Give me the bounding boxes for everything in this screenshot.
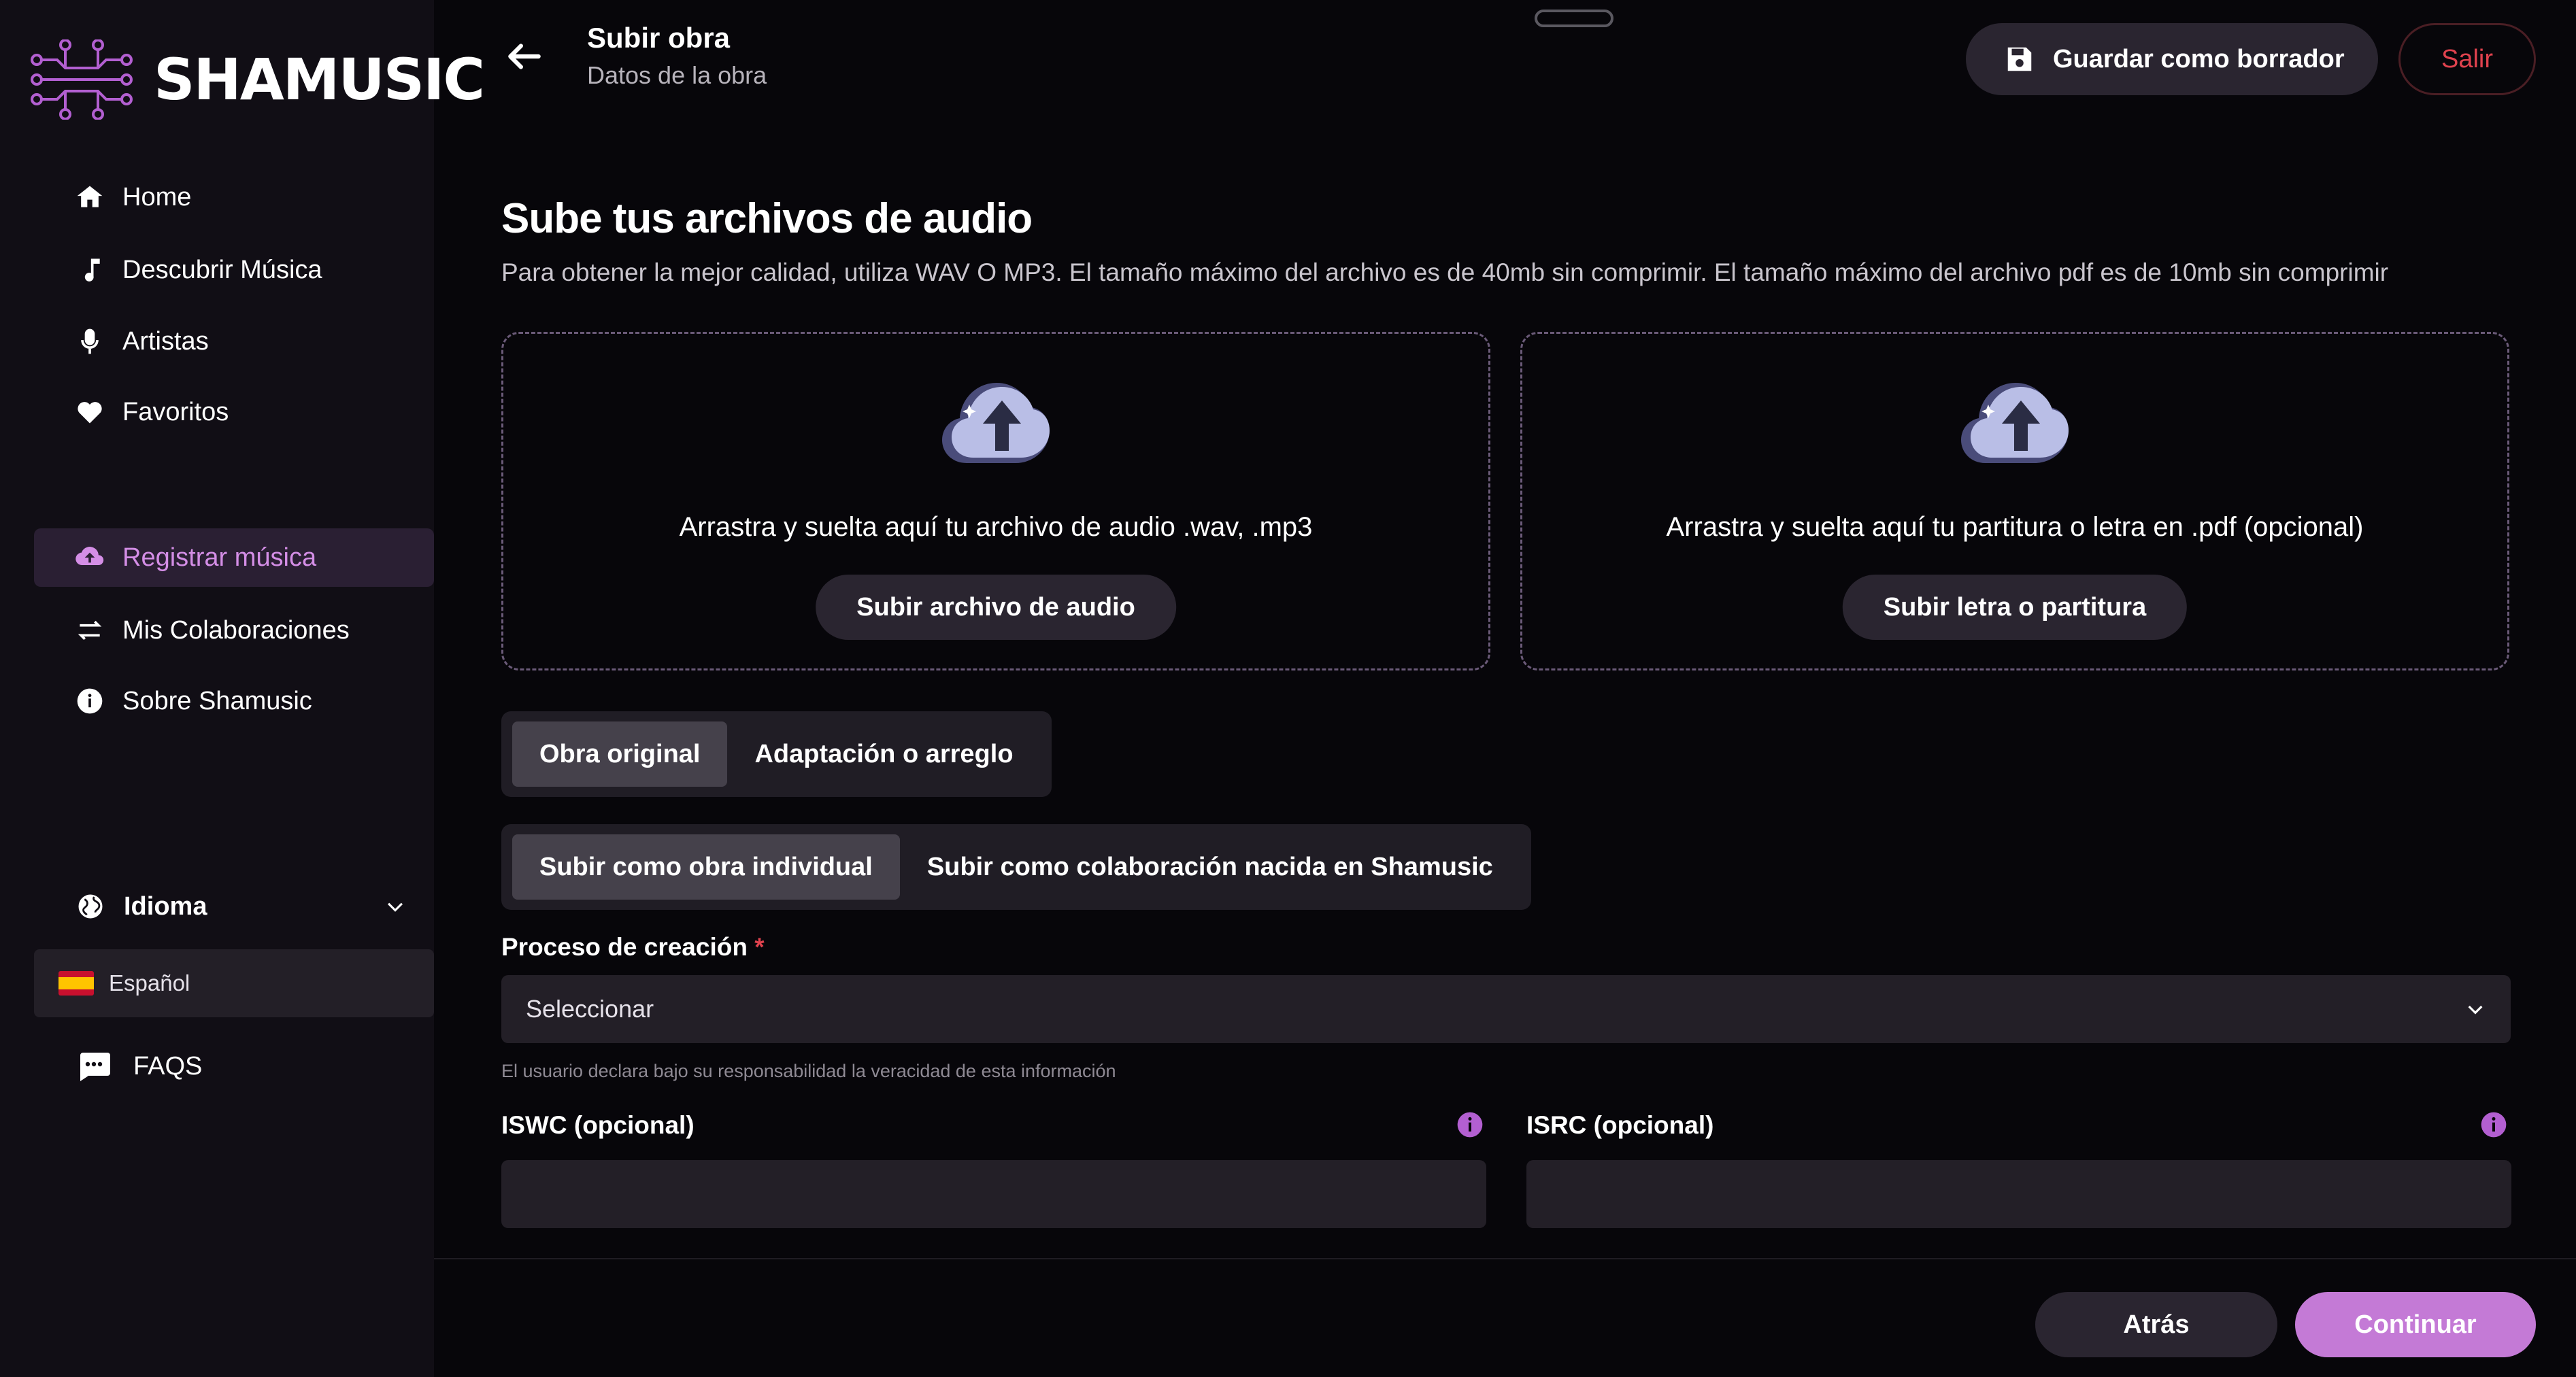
back-arrow-icon[interactable] xyxy=(503,35,546,78)
sidebar-item-label: Descubrir Música xyxy=(122,255,322,284)
language-option-spanish[interactable]: Español xyxy=(34,949,434,1017)
upload-mode-toggle: Subir como obra individual Subir como co… xyxy=(501,824,1531,910)
language-title: Idioma xyxy=(124,891,207,921)
sidebar-item-artists[interactable]: Artistas xyxy=(34,312,434,371)
upload-audio-button[interactable]: Subir archivo de audio xyxy=(816,575,1176,640)
pdf-dropzone-text: Arrastra y suelta aquí tu partitura o le… xyxy=(1666,512,2364,542)
creation-process-hint: El usuario declara bajo su responsabilid… xyxy=(501,1061,1116,1081)
sidebar-item-favorites[interactable]: Favoritos xyxy=(34,383,434,441)
iswc-info-icon[interactable] xyxy=(1456,1111,1484,1138)
sidebar-item-discover[interactable]: Descubrir Música xyxy=(34,241,434,299)
sidebar-item-about[interactable]: Sobre Shamusic xyxy=(34,672,434,730)
sidebar-item-label: Registrar música xyxy=(122,543,317,572)
save-draft-button[interactable]: Guardar como borrador xyxy=(1966,23,2378,95)
upload-mode-individual[interactable]: Subir como obra individual xyxy=(512,834,900,900)
sidebar-item-label: Mis Colaboraciones xyxy=(122,615,350,645)
creation-process-value: Seleccionar xyxy=(526,995,654,1023)
sidebar-item-label: Favoritos xyxy=(122,397,229,426)
spain-flag-icon xyxy=(58,971,94,996)
creation-process-select[interactable]: Seleccionar xyxy=(501,975,2511,1043)
creation-process-label: Proceso de creación * xyxy=(501,933,765,961)
microphone-icon xyxy=(81,328,99,354)
floppy-disk-icon xyxy=(2007,47,2032,71)
upload-section-title: Sube tus archivos de audio xyxy=(501,195,1033,242)
sidebar-item-label: Home xyxy=(122,182,192,211)
upload-score-button[interactable]: Subir letra o partitura xyxy=(1842,575,2188,640)
cloud-upload-icon xyxy=(76,547,104,566)
iswc-input[interactable] xyxy=(501,1160,1486,1228)
faqs-label: FAQS xyxy=(133,1051,203,1081)
footer-divider xyxy=(434,1258,2576,1259)
back-button[interactable]: Atrás xyxy=(2035,1292,2277,1357)
work-type-adaptation[interactable]: Adaptación o arreglo xyxy=(727,721,1040,787)
sidebar-item-faqs[interactable]: FAQS xyxy=(34,1037,434,1095)
required-mark: * xyxy=(754,933,765,961)
sidebar-item-collaborations[interactable]: Mis Colaboraciones xyxy=(34,601,434,660)
sidebar-item-label: Artistas xyxy=(122,326,209,356)
circuit-logo-icon xyxy=(31,39,133,120)
iswc-label: ISWC (opcional) xyxy=(501,1111,695,1139)
music-note-icon xyxy=(84,258,100,282)
heart-icon xyxy=(78,402,102,424)
sidebar-item-label: Sobre Shamusic xyxy=(122,686,312,715)
drag-handle[interactable] xyxy=(1535,10,1613,27)
audio-dropzone-text: Arrastra y suelta aquí tu archivo de aud… xyxy=(679,512,1313,542)
exit-button[interactable]: Salir xyxy=(2398,23,2536,95)
page-title: Subir obra xyxy=(587,22,731,54)
work-type-original[interactable]: Obra original xyxy=(512,721,728,787)
upload-mode-collaboration[interactable]: Subir como colaboración nacida en Shamus… xyxy=(900,834,1520,900)
swap-icon xyxy=(78,620,102,641)
chat-bubble-icon xyxy=(80,1053,110,1081)
work-type-toggle: Obra original Adaptación o arreglo xyxy=(501,711,1052,797)
info-circle-icon xyxy=(77,688,103,714)
isrc-input[interactable] xyxy=(1526,1160,2511,1228)
isrc-label: ISRC (opcional) xyxy=(1526,1111,1714,1139)
chevron-down-icon xyxy=(2468,1005,2483,1015)
pdf-dropzone[interactable]: Arrastra y suelta aquí tu partitura o le… xyxy=(1520,332,2509,670)
continue-button[interactable]: Continuar xyxy=(2295,1292,2536,1357)
brand-name: SHAMUSIC xyxy=(154,46,485,113)
globe-icon xyxy=(78,894,103,919)
chevron-down-icon xyxy=(387,902,403,912)
cloud-upload-illustration-icon xyxy=(1961,383,2069,463)
page-subtitle: Datos de la obra xyxy=(587,61,767,89)
brand-logo[interactable]: SHAMUSIC xyxy=(30,39,485,120)
sidebar-item-register-music[interactable]: Registrar música xyxy=(34,528,434,587)
sidebar-item-home[interactable]: Home xyxy=(34,168,434,226)
audio-dropzone[interactable]: Arrastra y suelta aquí tu archivo de aud… xyxy=(501,332,1490,670)
isrc-info-icon[interactable] xyxy=(2480,1111,2507,1138)
cloud-upload-illustration-icon xyxy=(942,383,1050,463)
language-toggle[interactable]: Idioma xyxy=(34,877,434,936)
upload-section-description: Para obtener la mejor calidad, utiliza W… xyxy=(501,258,2389,286)
language-name: Español xyxy=(109,970,190,996)
save-draft-label: Guardar como borrador xyxy=(2053,44,2345,73)
sidebar: SHAMUSIC Home Descubrir Música Artistas … xyxy=(0,0,485,1377)
home-icon xyxy=(77,186,103,207)
